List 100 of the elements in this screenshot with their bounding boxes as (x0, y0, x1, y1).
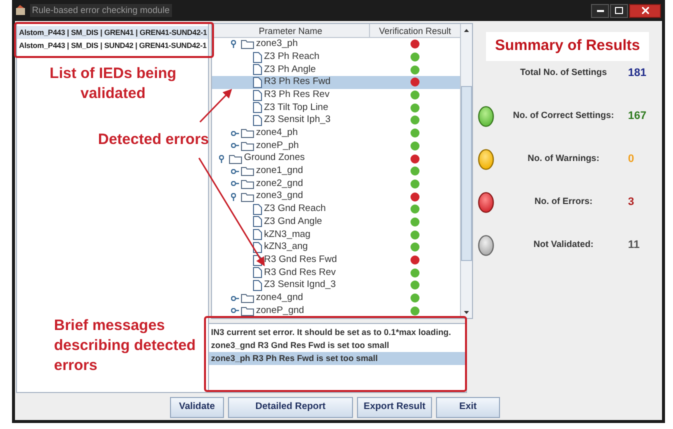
tree-row[interactable]: zoneP_ph (212, 140, 460, 152)
tree-row[interactable]: Z3 Ph Reach (212, 50, 460, 64)
tree-row[interactable]: zoneP_gnd (212, 304, 460, 318)
message-item[interactable]: IN3 current set error. It should be set as to 0.1*max loading. (209, 326, 466, 339)
tree-label: Z3 Gnd Angle (264, 214, 322, 229)
file-icon (253, 52, 262, 63)
summary-value: 0 (628, 152, 636, 167)
folder-icon (241, 166, 254, 176)
tree-row[interactable]: Z3 Ph Angle (212, 63, 460, 76)
tree-row[interactable]: Z3 Tilt Top Line (212, 101, 460, 114)
folder-icon (241, 192, 254, 202)
tree-row[interactable]: zone4_gnd (212, 292, 460, 304)
file-icon (253, 242, 262, 253)
summary-label: Total No. of Settings (519, 66, 608, 80)
tree-row[interactable]: kZN3_mag (212, 228, 460, 241)
tree-row[interactable]: zone3_ph (212, 38, 460, 51)
summary-label: No. of Errors: (533, 195, 594, 208)
tree-label: Z3 Sensit Iph_3 (264, 113, 331, 128)
toggle-handle-icon[interactable] (231, 296, 239, 301)
message-item[interactable]: zone3_ph R3 Ph Res Fwd is set too small (209, 352, 466, 365)
tree-label: Z3 Sensit Ignd_3 (264, 278, 336, 292)
column-header[interactable]: Prameter Name (212, 24, 370, 37)
tree-row[interactable]: R3 Gnd Res Fwd (212, 254, 460, 266)
tree-row[interactable]: zone2_gnd (212, 178, 460, 190)
tree-label: zoneP_gnd (256, 304, 304, 318)
folder-icon (241, 178, 254, 189)
summary-value: 167 (628, 108, 648, 124)
tree-label: kZN3_mag (264, 228, 310, 242)
action-button[interactable]: Exit (436, 397, 500, 418)
toggle-handle-icon[interactable] (231, 130, 239, 136)
file-icon (253, 114, 262, 126)
file-icon (253, 280, 262, 291)
column-header[interactable]: Verification Result (370, 24, 460, 37)
tree-label: R3 Gnd Res Fwd (264, 252, 337, 267)
arrow (199, 88, 232, 123)
summary-title: Summary of Results (486, 32, 649, 60)
action-button[interactable]: Detailed Report (228, 397, 353, 418)
summary-value: 3 (628, 194, 636, 210)
action-button[interactable]: Validate (170, 397, 224, 418)
tree-label: zone1_gnd (256, 164, 304, 178)
scrollbar[interactable] (460, 24, 472, 318)
tree-row[interactable]: Z3 Sensit Iph_3 (212, 114, 460, 127)
folder-icon (229, 154, 242, 164)
toggle-handle-icon[interactable] (231, 181, 239, 186)
tree-row[interactable]: Z3 Gnd Reach (212, 202, 460, 216)
tree-label: Z3 Ph Angle (264, 62, 316, 77)
file-icon (253, 90, 262, 101)
annotation-label: Brief messages describing detected errors (54, 316, 197, 376)
window-title: Rule-based error checking module (30, 4, 172, 18)
tree-row[interactable]: zone3_gnd (212, 190, 460, 203)
tree-row[interactable]: zone1_gnd (212, 164, 460, 178)
minimize-icon (596, 9, 604, 12)
tree-row[interactable]: R3 Ph Res Rev (212, 88, 460, 102)
tree-label: zone4_gnd (256, 290, 304, 305)
toggle-handle-icon[interactable] (231, 168, 239, 174)
tree-label: Ground Zones (244, 151, 305, 166)
tree-row[interactable]: Z3 Gnd Angle (212, 216, 460, 228)
file-icon (253, 229, 262, 240)
summary-label: Not Validated: (532, 238, 594, 252)
summary-value: 181 (628, 66, 648, 81)
annotation-label: List of IEDs being validated (48, 64, 178, 104)
toggle-handle-icon[interactable] (231, 143, 239, 148)
summary-label: No. of Warnings: (526, 152, 600, 166)
toggle-handle-icon[interactable] (231, 308, 239, 314)
file-icon (253, 204, 262, 215)
tree-label: Z3 Ph Reach (264, 50, 320, 64)
tree-row[interactable]: Z3 Sensit Ignd_3 (212, 279, 460, 292)
folder-icon (241, 306, 254, 316)
tree-row[interactable]: kZN3_ang (212, 241, 460, 254)
maximize-icon (615, 7, 623, 14)
action-button[interactable]: Export Result (357, 397, 432, 418)
tree-label: Z3 Gnd Reach (264, 202, 326, 216)
maximize-button[interactable] (610, 4, 628, 18)
minimize-button[interactable] (591, 4, 609, 18)
close-button[interactable] (629, 4, 661, 18)
tree-label: R3 Ph Res Fwd (264, 75, 331, 90)
app-icon (15, 5, 26, 16)
file-icon (253, 76, 262, 88)
tree-row[interactable]: R3 Gnd Res Rev (212, 266, 460, 280)
folder-icon (241, 140, 254, 151)
tree-label: zone4_ph (256, 126, 298, 140)
tree-label: zone3_ph (256, 37, 298, 52)
tree-label: zone3_gnd (256, 189, 304, 204)
toggle-handle-icon[interactable] (231, 192, 236, 201)
toggle-handle-icon[interactable] (219, 154, 224, 163)
tree-label: zoneP_ph (256, 138, 299, 153)
scroll-up-icon[interactable] (464, 28, 469, 32)
summary-value: 11 (628, 238, 641, 253)
toggle-handle-icon[interactable] (231, 40, 236, 48)
folder-icon (241, 293, 254, 304)
close-icon (642, 7, 648, 14)
tree-row[interactable]: R3 Ph Res Fwd (212, 76, 460, 89)
message-item[interactable]: zone3_gnd R3 Gnd Res Fwd is set too small (209, 339, 466, 352)
tree-label: R3 Gnd Res Rev (264, 266, 336, 280)
file-icon (253, 64, 262, 76)
tree-row[interactable]: zone4_ph (212, 126, 460, 140)
tree-row[interactable]: Ground Zones (212, 152, 460, 165)
scroll-down-icon[interactable] (464, 310, 469, 314)
file-icon (253, 216, 262, 228)
tree-label: Z3 Tilt Top Line (264, 100, 328, 115)
